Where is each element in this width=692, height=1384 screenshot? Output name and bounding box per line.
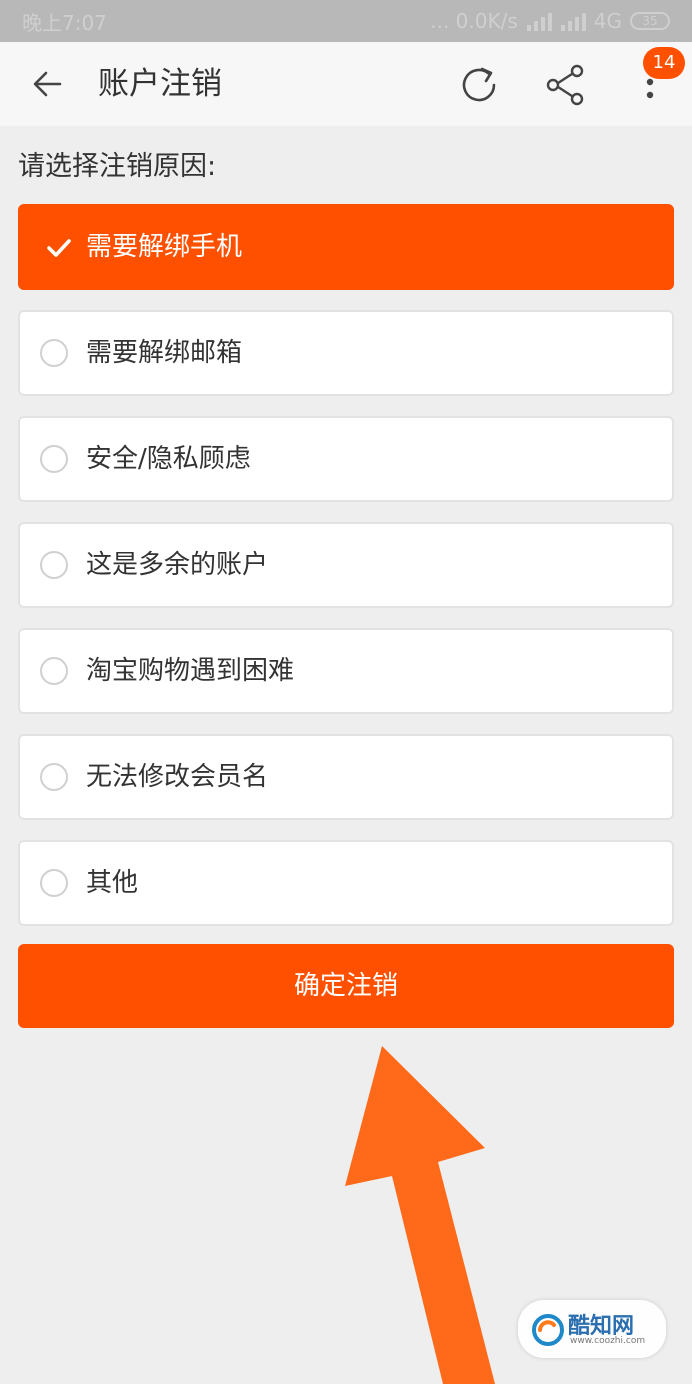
- network-speed: ... 0.0K/s: [430, 9, 518, 33]
- radio-circle-icon: [40, 657, 68, 685]
- arrow-left-icon[interactable]: [28, 64, 68, 104]
- option-shopping-difficulty[interactable]: 淘宝购物遇到困难: [18, 628, 674, 714]
- radio-circle-icon: [40, 869, 68, 897]
- share-icon[interactable]: [544, 64, 586, 106]
- prompt-label: 请选择注销原因:: [18, 151, 217, 182]
- watermark-logo: 酷知网 www.coozhi.com: [518, 1300, 666, 1358]
- confirm-cancel-account-button[interactable]: 确定注销: [18, 944, 674, 1028]
- option-label: 淘宝购物遇到困难: [86, 656, 295, 686]
- option-other[interactable]: 其他: [18, 840, 674, 926]
- status-time: 晚上7:07: [22, 10, 107, 35]
- radio-circle-icon: [40, 763, 68, 791]
- refresh-icon[interactable]: [458, 64, 500, 106]
- option-label: 需要解绑手机: [86, 232, 243, 262]
- battery-icon: 35: [630, 12, 670, 30]
- notification-badge: 14: [643, 47, 685, 79]
- page: 晚上7:07 ... 0.0K/s 4G 35 账户注销 14 请选择注销原因:…: [0, 0, 692, 1384]
- radio-circle-icon: [40, 445, 68, 473]
- radio-circle-icon: [40, 339, 68, 367]
- network-type: 4G: [593, 9, 622, 33]
- option-label: 这是多余的账户: [86, 550, 269, 580]
- option-unbind-email[interactable]: 需要解绑邮箱: [18, 310, 674, 396]
- option-label: 无法修改会员名: [86, 762, 269, 792]
- option-security-privacy[interactable]: 安全/隐私顾虑: [18, 416, 674, 502]
- option-redundant-account[interactable]: 这是多余的账户: [18, 522, 674, 608]
- option-label: 其他: [86, 868, 139, 898]
- checkmark-icon: [47, 239, 71, 257]
- signal-icon-2: [560, 13, 586, 31]
- app-header: 账户注销: [0, 42, 692, 126]
- status-bar: 晚上7:07 ... 0.0K/s 4G 35: [0, 0, 692, 42]
- signal-icon: [526, 13, 552, 31]
- option-label: 安全/隐私顾虑: [86, 444, 251, 474]
- watermark-site: www.coozhi.com: [570, 1336, 646, 1346]
- option-cannot-change-username[interactable]: 无法修改会员名: [18, 734, 674, 820]
- page-title: 账户注销: [98, 66, 222, 102]
- status-indicators: ... 0.0K/s 4G 35: [430, 9, 670, 33]
- option-label: 需要解绑邮箱: [86, 338, 243, 368]
- option-unbind-phone[interactable]: 需要解绑手机: [18, 204, 674, 290]
- radio-circle-icon: [40, 551, 68, 579]
